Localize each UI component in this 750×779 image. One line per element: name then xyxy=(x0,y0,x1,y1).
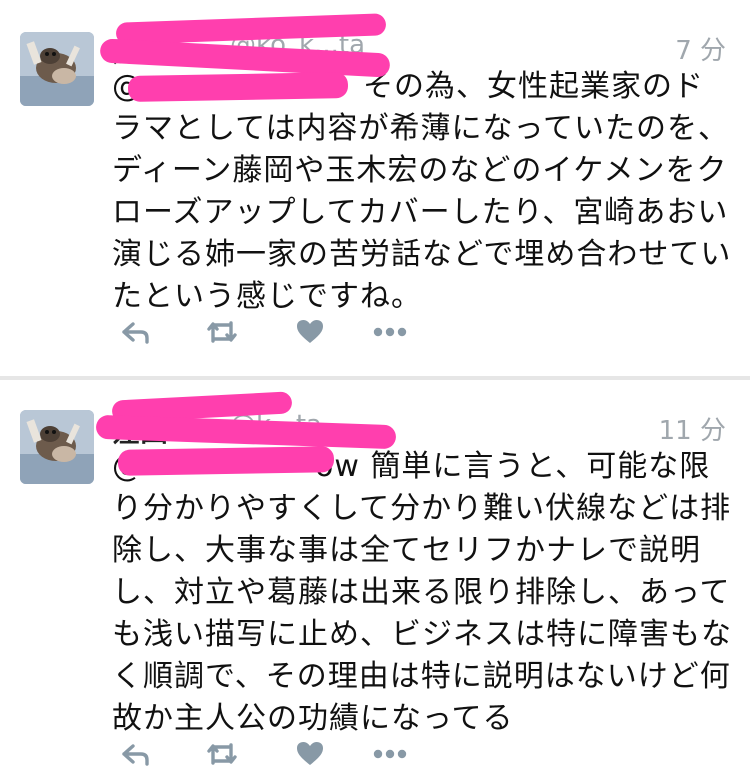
tweet-text-content: その為、女性起業家のドラマとしては内容が希薄になっていたのを、ディーン藤岡や玉木… xyxy=(112,69,732,314)
reply-icon[interactable] xyxy=(112,314,160,350)
tweet-text: @その為、女性起業家のドラマとしては内容が希薄になっていたのを、ディーン藤岡や玉… xyxy=(112,66,732,318)
redaction-mark xyxy=(117,446,335,476)
avatar[interactable] xyxy=(20,32,94,106)
tweet-text-content: 簡単に言うと、可能な限り分かりやすくして分かり難い伏線などは排除し、大事な事は全… xyxy=(112,449,732,736)
timestamp: 11 分 xyxy=(658,416,726,446)
more-icon[interactable] xyxy=(366,314,414,350)
tweet-card[interactable]: 窪田 @ko_k...ta 7 分 @その為、女性起業家のドラマとしては内容が希… xyxy=(0,0,750,376)
avatar[interactable] xyxy=(20,410,94,484)
retweet-icon[interactable] xyxy=(198,314,246,350)
redaction-mark xyxy=(127,72,349,102)
like-icon[interactable] xyxy=(286,314,334,350)
tweet-card[interactable]: 窪田 @k...ta 11 分 @ow 簡単に言うと、可能な限り分かりやすくして… xyxy=(0,380,750,779)
like-icon[interactable] xyxy=(286,736,334,772)
timestamp: 7 分 xyxy=(675,36,726,66)
more-icon[interactable] xyxy=(366,736,414,772)
retweet-icon[interactable] xyxy=(198,736,246,772)
tweet-text: @ow 簡単に言うと、可能な限り分かりやすくして分かり難い伏線などは排除し、大事… xyxy=(112,446,732,740)
reply-icon[interactable] xyxy=(112,736,160,772)
